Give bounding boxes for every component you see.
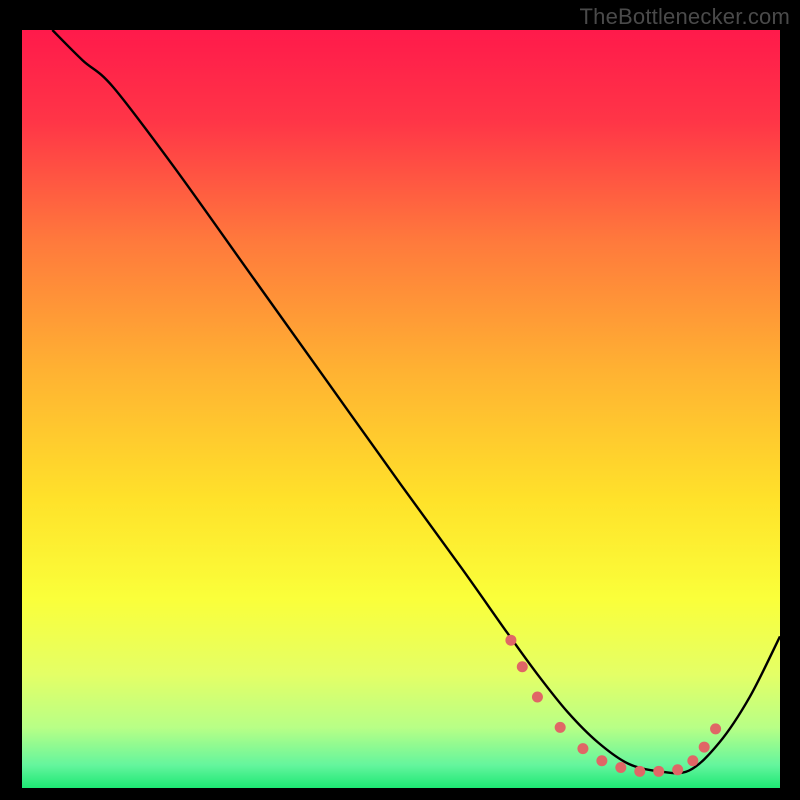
attribution-label: TheBottlenecker.com <box>580 4 790 30</box>
marker-dot <box>505 635 516 646</box>
chart-root: TheBottlenecker.com <box>0 0 800 800</box>
marker-dot <box>653 766 664 777</box>
marker-dot <box>634 766 645 777</box>
marker-dot <box>555 722 566 733</box>
marker-dot <box>517 661 528 672</box>
marker-dot <box>699 742 710 753</box>
marker-dot <box>687 755 698 766</box>
marker-dot <box>532 692 543 703</box>
plot-area <box>22 30 780 788</box>
marker-dot <box>577 743 588 754</box>
gradient-background <box>22 30 780 788</box>
chart-svg <box>22 30 780 788</box>
marker-dot <box>710 723 721 734</box>
marker-dot <box>615 762 626 773</box>
marker-dot <box>672 764 683 775</box>
marker-dot <box>596 755 607 766</box>
